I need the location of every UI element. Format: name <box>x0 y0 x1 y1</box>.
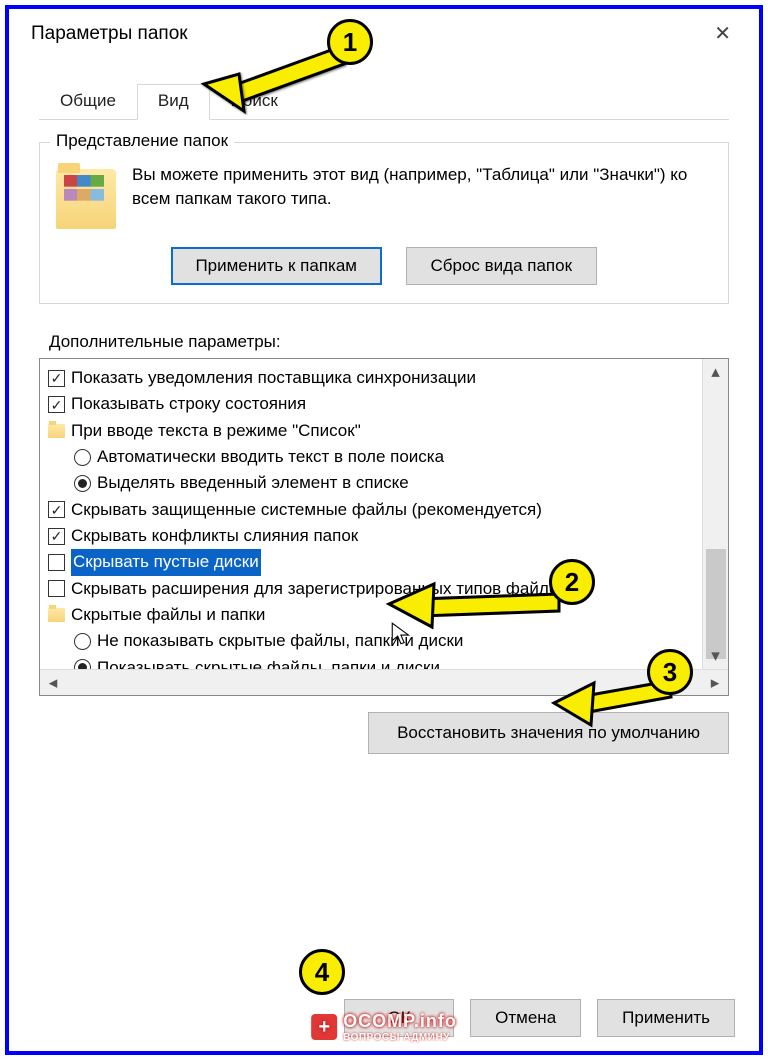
annotation-badge-3: 3 <box>647 649 693 695</box>
watermark: + OCOMP.info ВОПРОСЫ АДМИНУ <box>311 1011 457 1043</box>
opt-sync-notify[interactable]: Показать уведомления поставщика синхрони… <box>48 365 726 391</box>
radio-icon[interactable] <box>74 633 91 650</box>
folder-view-legend: Представление папок <box>50 131 234 151</box>
opt-typing-select[interactable]: Выделять введенный элемент в списке <box>48 470 726 496</box>
folder-preview-icon <box>56 169 116 229</box>
checkbox-icon[interactable] <box>48 580 65 597</box>
scroll-up-icon[interactable]: ▴ <box>703 359 728 385</box>
opt-status-bar[interactable]: Показывать строку состояния <box>48 391 726 417</box>
tab-general[interactable]: Общие <box>39 84 137 119</box>
annotation-badge-1: 1 <box>327 19 373 65</box>
radio-icon[interactable] <box>74 449 91 466</box>
scroll-left-icon[interactable]: ◂ <box>40 670 66 695</box>
advanced-label: Дополнительные параметры: <box>49 332 729 352</box>
scroll-down-icon[interactable]: ▾ <box>703 643 728 669</box>
apply-button[interactable]: Применить <box>597 999 735 1037</box>
checkbox-icon[interactable] <box>48 370 65 387</box>
opt-hide-merge[interactable]: Скрывать конфликты слияния папок <box>48 523 726 549</box>
apply-to-folders-button[interactable]: Применить к папкам <box>171 247 382 285</box>
checkbox-icon[interactable] <box>48 396 65 413</box>
view-panel: Представление папок Вы можете применить … <box>39 120 729 754</box>
watermark-plus-icon: + <box>311 1014 337 1040</box>
folder-icon <box>48 608 65 622</box>
vertical-scrollbar[interactable]: ▴ ▾ <box>702 359 728 669</box>
reset-folders-button[interactable]: Сброс вида папок <box>406 247 598 285</box>
close-icon[interactable]: ✕ <box>704 19 741 48</box>
titlebar: Параметры папок ✕ <box>9 9 759 54</box>
cursor-icon <box>389 621 415 647</box>
tab-strip: Общие Вид Поиск <box>39 84 729 120</box>
folder-icon <box>48 424 65 438</box>
opt-typing-search[interactable]: Автоматически вводить текст в поле поиск… <box>48 444 726 470</box>
opt-typing-group: При вводе текста в режиме "Список" <box>48 418 726 444</box>
watermark-sub: ВОПРОСЫ АДМИНУ <box>343 1032 457 1043</box>
checkbox-icon[interactable] <box>48 554 65 571</box>
scroll-right-icon[interactable]: ▸ <box>702 670 728 695</box>
folder-view-group: Представление папок Вы можете применить … <box>39 142 729 304</box>
folder-view-text: Вы можете применить этот вид (например, … <box>132 163 712 211</box>
checkbox-icon[interactable] <box>48 528 65 545</box>
annotation-badge-4: 4 <box>299 949 345 995</box>
checkbox-icon[interactable] <box>48 501 65 518</box>
cancel-button[interactable]: Отмена <box>470 999 581 1037</box>
advanced-listbox[interactable]: Показать уведомления поставщика синхрони… <box>39 358 729 696</box>
annotation-badge-2: 2 <box>549 559 595 605</box>
watermark-site: OCOMP.info <box>343 1011 457 1032</box>
dialog-frame: Параметры папок ✕ Общие Вид Поиск Предст… <box>5 5 763 1055</box>
opt-hide-protected[interactable]: Скрывать защищенные системные файлы (рек… <box>48 497 726 523</box>
radio-icon[interactable] <box>74 475 91 492</box>
